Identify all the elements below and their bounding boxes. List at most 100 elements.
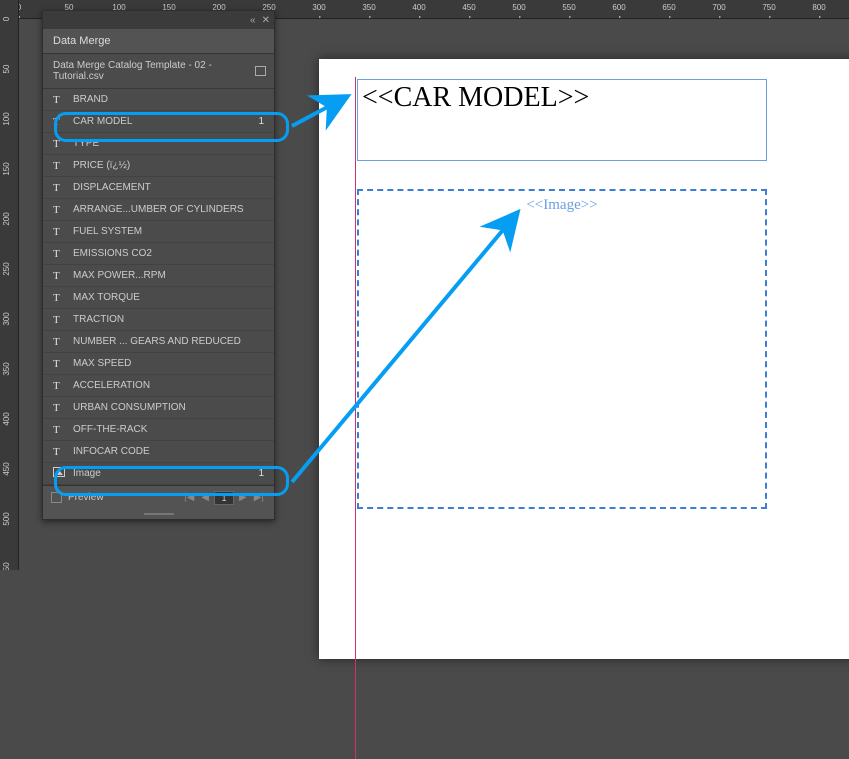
ruler-tick: 400: [412, 3, 425, 12]
ruler-tick: 300: [2, 312, 11, 325]
field-row[interactable]: TMAX TORQUE: [43, 287, 274, 309]
field-row[interactable]: T EMISSIONS CO2: [43, 243, 274, 265]
ruler-tick: 300: [312, 3, 325, 12]
text-field-icon: T: [53, 204, 67, 216]
ruler-tick: 650: [662, 3, 675, 12]
panel-resize-grip[interactable]: [43, 509, 274, 519]
text-field-icon: T: [53, 270, 67, 282]
panel-source-label: Data Merge Catalog Template - 02 - Tutor…: [53, 60, 255, 82]
field-label: MAX SPEED: [73, 358, 264, 369]
ruler-tick: 0: [2, 17, 11, 21]
field-label: TYPE: [73, 138, 264, 149]
image-frame[interactable]: <<Image>>: [357, 189, 767, 509]
data-merge-panel[interactable]: « ✕ Data Merge Data Merge Catalog Templa…: [42, 10, 275, 520]
text-field-icon: T: [53, 138, 67, 150]
ruler-tick: 450: [2, 462, 11, 475]
field-row[interactable]: T FUEL SYSTEM: [43, 221, 274, 243]
ruler-tick: 600: [612, 3, 625, 12]
field-row[interactable]: T URBAN CONSUMPTION: [43, 397, 274, 419]
image-field-icon: [53, 467, 67, 480]
ruler-tick: 500: [2, 512, 11, 525]
preview-label: Preview: [68, 492, 104, 503]
field-label: NUMBER ... GEARS AND REDUCED: [73, 336, 264, 347]
nav-prev-icon[interactable]: ◀: [199, 492, 211, 503]
ruler-tick: 150: [2, 162, 11, 175]
field-row[interactable]: T DISPLACEMENT: [43, 177, 274, 199]
text-field-icon: T: [53, 94, 67, 106]
ruler-tick: 500: [512, 3, 525, 12]
field-row[interactable]: T NUMBER ... GEARS AND REDUCED: [43, 331, 274, 353]
ruler-tick: 350: [2, 362, 11, 375]
text-field-icon: T: [53, 380, 67, 392]
field-label: TRACTION: [73, 314, 264, 325]
field-label: MAX TORQUE: [73, 292, 264, 303]
field-label: PRICE (ï¿½): [73, 160, 264, 171]
field-row[interactable]: TBRAND: [43, 89, 274, 111]
field-label: MAX POWER...RPM: [73, 270, 264, 281]
field-row[interactable]: T MAX SPEED: [43, 353, 274, 375]
ruler-vertical: 050100150200250300350400450500550: [0, 0, 19, 570]
field-row[interactable]: T TRACTION: [43, 309, 274, 331]
field-row[interactable]: T TYPE: [43, 133, 274, 155]
field-row[interactable]: T ARRANGE...UMBER OF CYLINDERS: [43, 199, 274, 221]
panel-menu-icon[interactable]: «: [250, 15, 256, 26]
text-field-icon: T: [53, 358, 67, 370]
panel-footer: Preview |◀ ◀ ▶ ▶|: [43, 485, 274, 509]
text-field-icon: T: [53, 116, 67, 128]
ruler-tick: 750: [762, 3, 775, 12]
ruler-tick: 50: [2, 65, 11, 74]
text-field-icon: T: [53, 402, 67, 414]
field-label: INFOCAR CODE: [73, 446, 264, 457]
field-row[interactable]: T ACCELERATION: [43, 375, 274, 397]
panel-field-list[interactable]: TBRANDTCAR MODEL1TTYPETPRICE (ï¿½)TDISPL…: [43, 89, 274, 485]
text-field-icon: T: [53, 248, 67, 260]
field-use-count: 1: [258, 116, 264, 127]
text-frame-car-model[interactable]: <<CAR MODEL>>: [357, 79, 767, 161]
ruler-tick: 550: [562, 3, 575, 12]
nav-page-input[interactable]: [214, 491, 234, 505]
preview-checkbox[interactable]: [51, 492, 62, 503]
ruler-tick: 450: [462, 3, 475, 12]
ruler-tick: 800: [812, 3, 825, 12]
field-row[interactable]: Image 1: [43, 463, 274, 485]
nav-first-icon[interactable]: |◀: [182, 492, 196, 503]
data-source-icon[interactable]: [255, 66, 267, 76]
field-label: ACCELERATION: [73, 380, 264, 391]
placeholder-image: <<Image>>: [526, 197, 597, 214]
field-label: FUEL SYSTEM: [73, 226, 264, 237]
field-row[interactable]: TPRICE (ï¿½): [43, 155, 274, 177]
field-row[interactable]: T CAR MODEL 1: [43, 111, 274, 133]
ruler-tick: 0: [19, 3, 21, 12]
field-row[interactable]: T MAX POWER...RPM: [43, 265, 274, 287]
field-label: OFF-THE-RACK: [73, 424, 264, 435]
ruler-tick: 350: [362, 3, 375, 12]
field-row[interactable]: T OFF-THE-RACK: [43, 419, 274, 441]
ruler-tick: 100: [2, 112, 11, 125]
field-label: ARRANGE...UMBER OF CYLINDERS: [73, 204, 264, 215]
text-field-icon: T: [53, 336, 67, 348]
document-page[interactable]: <<CAR MODEL>> <<Image>>: [319, 59, 849, 659]
field-use-count: 1: [258, 468, 264, 479]
ruler-tick: 250: [2, 262, 11, 275]
text-field-icon: T: [53, 226, 67, 238]
panel-close-icon[interactable]: ✕: [262, 15, 270, 26]
field-label: EMISSIONS CO2: [73, 248, 264, 259]
panel-header[interactable]: « ✕: [43, 11, 274, 29]
field-label: CAR MODEL: [73, 116, 252, 127]
ruler-tick: 550: [2, 562, 11, 570]
field-label: DISPLACEMENT: [73, 182, 264, 193]
ruler-tick: 400: [2, 412, 11, 425]
panel-source: Data Merge Catalog Template - 02 - Tutor…: [43, 54, 274, 89]
nav-last-icon[interactable]: ▶|: [252, 492, 266, 503]
text-field-icon: T: [53, 314, 67, 326]
record-nav: |◀ ◀ ▶ ▶|: [182, 491, 266, 505]
nav-next-icon[interactable]: ▶: [237, 492, 249, 503]
text-field-icon: T: [53, 424, 67, 436]
field-label: URBAN CONSUMPTION: [73, 402, 264, 413]
panel-tab[interactable]: Data Merge: [43, 29, 274, 54]
text-field-icon: T: [53, 182, 67, 194]
field-label: Image: [73, 468, 252, 479]
text-field-icon: T: [53, 446, 67, 458]
placeholder-car-model: <<CAR MODEL>>: [358, 80, 766, 116]
field-row[interactable]: T INFOCAR CODE: [43, 441, 274, 463]
